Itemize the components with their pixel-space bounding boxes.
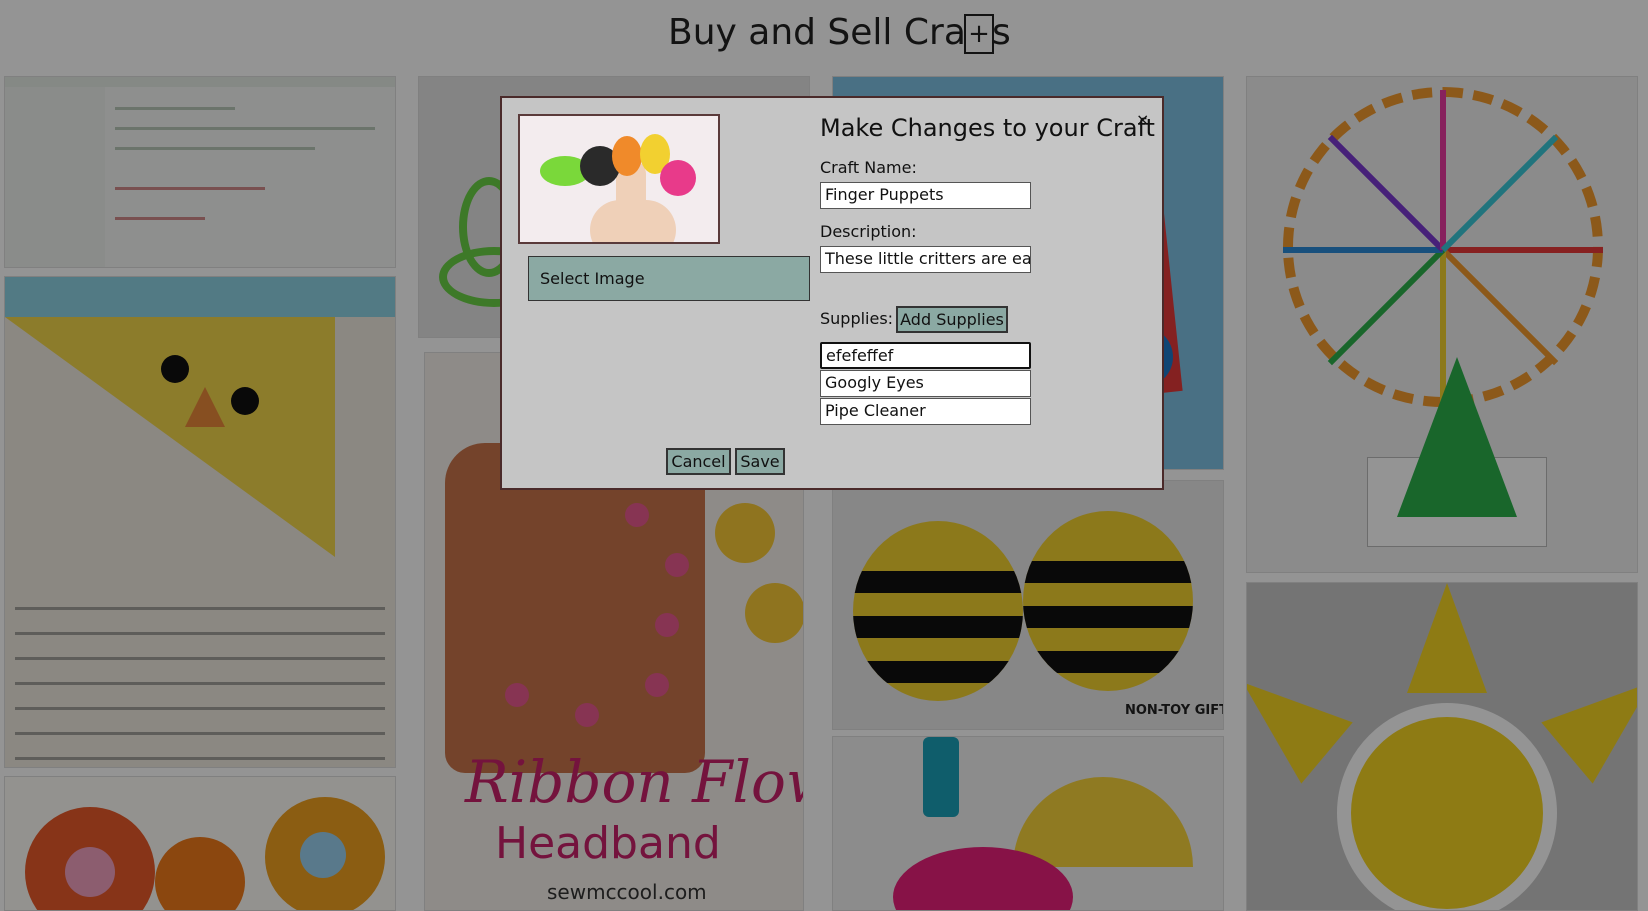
save-button[interactable]: Save [735,448,785,475]
close-icon[interactable]: × [1136,110,1149,129]
description-label: Description: [820,222,917,241]
craft-name-input[interactable]: Finger Puppets [820,182,1031,209]
supplies-label: Supplies: [820,309,894,328]
craft-name-label: Craft Name: [820,158,917,177]
select-image-button[interactable]: Select Image [528,256,810,301]
description-input[interactable]: These little critters are eas [820,246,1031,273]
add-supplies-button[interactable]: Add Supplies [896,306,1008,333]
supply-input[interactable]: efefeffef [820,342,1031,369]
edit-craft-modal: Select Image Make Changes to your Craft … [500,96,1164,490]
supply-input[interactable]: Googly Eyes [820,370,1031,397]
supply-input[interactable]: Pipe Cleaner [820,398,1031,425]
cancel-button[interactable]: Cancel [666,448,731,475]
craft-image-preview [518,114,720,244]
modal-title: Make Changes to your Craft [820,114,1155,142]
